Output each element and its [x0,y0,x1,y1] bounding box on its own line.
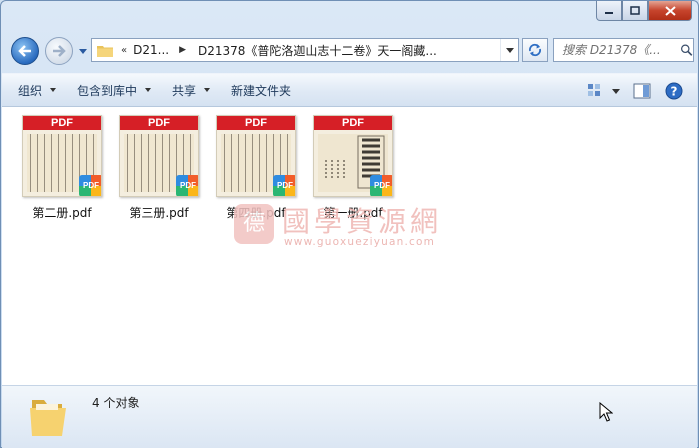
new-folder-label: 新建文件夹 [231,83,292,98]
minimize-button[interactable] [596,1,622,21]
chevron-down-icon [50,88,57,92]
svg-text:?: ? [671,85,678,99]
pdf-thumbnail: PDF PDF [216,115,296,197]
forward-button[interactable] [45,37,73,65]
watermark-title: 國學資源網 [282,205,443,238]
chevron-down-icon [145,88,152,92]
overflow-chevrons[interactable]: « [121,45,127,56]
pdf-band: PDF [120,116,198,130]
breadcrumb-parent[interactable]: D21... [133,43,169,57]
include-library-label: 包含到库中 [77,83,138,98]
view-controls: ? [577,78,687,104]
file-item[interactable]: PDF PDF 第三册.pdf [110,115,208,221]
maximize-button[interactable] [622,1,648,21]
folder-icon [97,44,113,57]
chevron-down-icon [204,88,211,92]
file-list[interactable]: PDF PDF 第二册.pdf PDF PDF 第三册.pdf PDF PDF … [2,107,697,385]
details-pane: 4 个对象 [2,385,697,448]
search-icon[interactable] [680,42,693,58]
close-icon [664,5,676,16]
refresh-button[interactable] [522,38,548,62]
breadcrumb-arrow-icon[interactable]: ▶ [179,45,186,55]
file-name: 第三册.pdf [129,206,189,220]
new-folder-button[interactable]: 新建文件夹 [221,77,302,103]
file-item[interactable]: PDF PDF 第二册.pdf [13,115,111,221]
watermark-logo: 德 [234,204,274,244]
watermark-url: www.guoxueziyuan.com [284,236,436,248]
pdf-badge-icon: PDF [370,175,392,196]
pdf-badge-icon: PDF [79,175,101,196]
mouse-pointer-icon [599,401,614,425]
pdf-band: PDF [217,116,295,130]
pdf-thumbnail: PDF PDF [22,115,102,197]
chevron-down-icon [612,88,620,94]
chevron-down-icon [505,47,514,53]
refresh-icon [528,43,542,57]
pdf-thumbnail: PDF PDF [313,115,393,197]
address-bar[interactable]: « D21... ▶ D21378《普陀洛迦山志十二卷》天一阁藏... [91,38,519,62]
watermark: 德 國學資源網 www.guoxueziyuan.com [234,202,464,252]
minimize-icon [605,11,613,14]
close-button[interactable] [648,1,692,21]
change-view-button[interactable] [583,78,609,104]
pdf-band: PDF [23,116,101,130]
explorer-window: « D21... ▶ D21378《普陀洛迦山志十二卷》天一阁藏... 组织 [0,0,699,448]
preview-pane-icon [633,83,651,99]
pdf-thumbnail: PDF PDF [119,115,199,197]
breadcrumb-current[interactable]: D21378《普陀洛迦山志十二卷》天一阁藏... [198,42,437,59]
organize-menu[interactable]: 组织 [8,77,67,103]
arrow-left-icon [18,45,31,57]
view-icon [588,84,600,96]
share-menu[interactable]: 共享 [162,77,221,103]
address-history-dropdown[interactable] [500,39,518,61]
maximize-icon [630,6,640,15]
folder-icon [26,394,72,440]
organize-label: 组织 [18,83,43,98]
help-icon: ? [665,82,683,100]
pdf-badge-icon: PDF [176,175,198,196]
search-box[interactable] [553,38,694,62]
share-label: 共享 [172,83,197,98]
recent-pages-dropdown[interactable] [79,49,87,54]
command-bar: 组织 包含到库中 共享 新建文件夹 ? [2,73,697,107]
file-name: 第二册.pdf [32,206,92,220]
item-count: 4 个对象 [92,396,140,410]
pdf-band: PDF [314,116,392,130]
help-button[interactable]: ? [661,78,687,104]
caption-buttons [596,1,692,21]
pdf-badge-icon: PDF [273,175,295,196]
search-input[interactable] [562,43,680,57]
preview-pane-button[interactable] [629,78,655,104]
address-row: « D21... ▶ D21378《普陀洛迦山志十二卷》天一阁藏... [7,33,694,67]
view-options-dropdown[interactable] [609,78,623,104]
arrow-right-icon [53,45,66,57]
back-button[interactable] [11,37,39,65]
include-in-library-menu[interactable]: 包含到库中 [67,77,162,103]
